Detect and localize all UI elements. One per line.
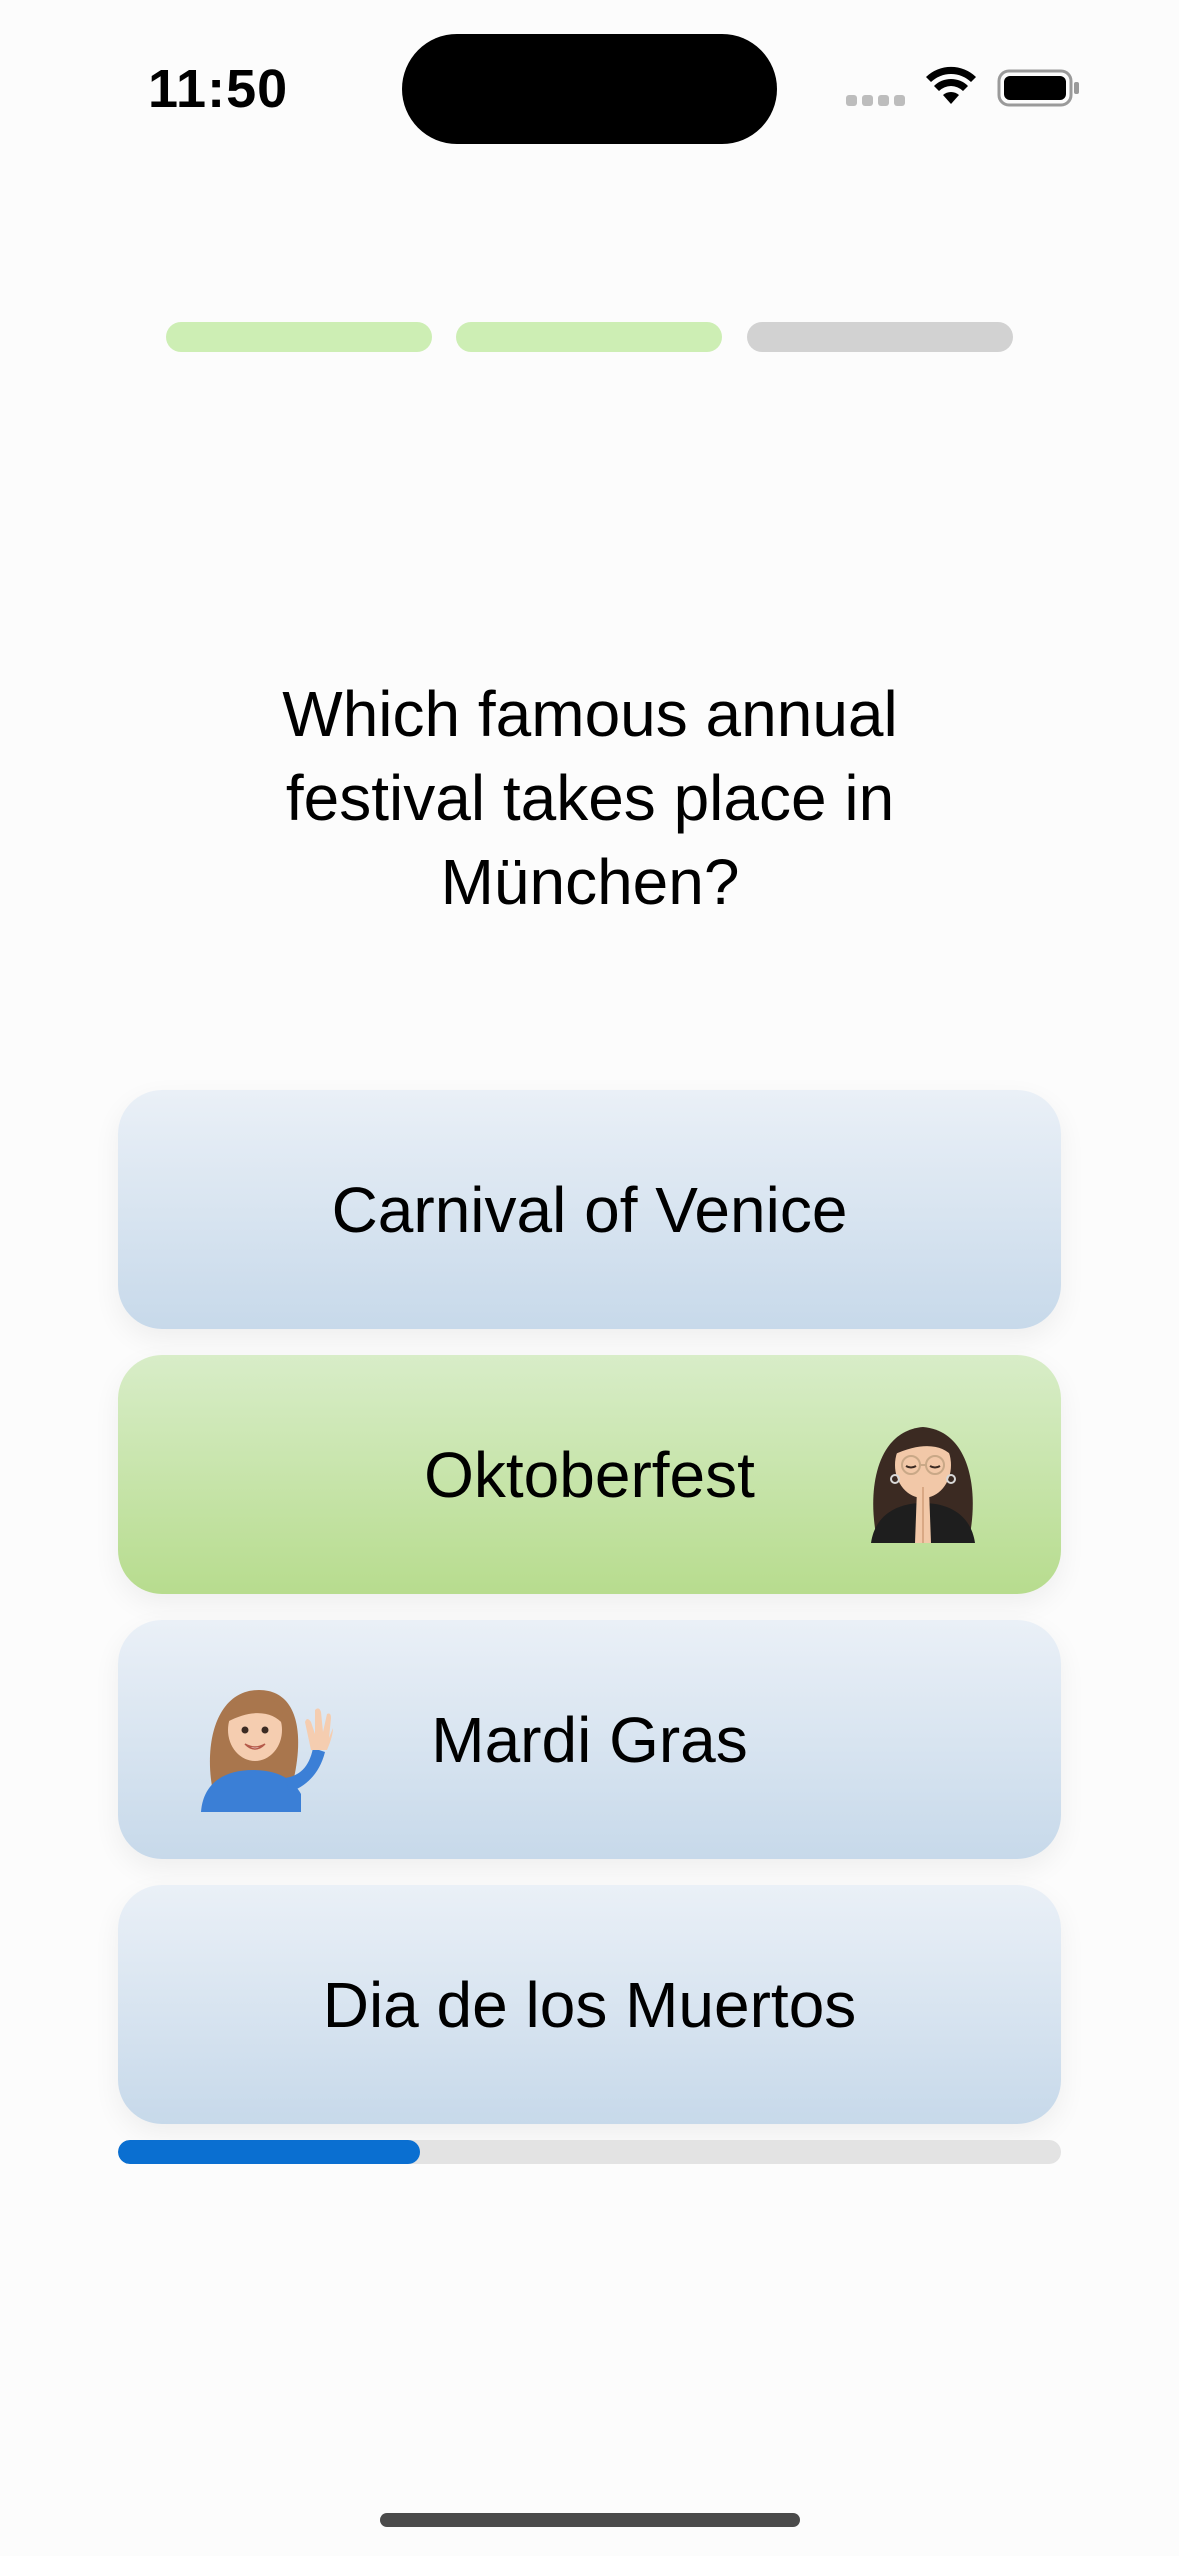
timer-progress-fill — [118, 2140, 420, 2164]
answer-button-carnival-of-venice[interactable]: Carnival of Venice — [118, 1090, 1061, 1329]
waving-memoji-icon — [201, 1690, 333, 1812]
answer-button-oktoberfest[interactable]: Oktoberfest — [118, 1355, 1061, 1594]
timer-progress-bar — [118, 2140, 1061, 2164]
answer-label: Dia de los Muertos — [322, 1968, 857, 2041]
answer-label: Carnival of Venice — [331, 1173, 848, 1246]
question-text: Which famous annual festival takes place… — [282, 678, 898, 918]
answer-button-mardi-gras[interactable]: Mardi Gras — [118, 1620, 1061, 1859]
step-2 — [456, 322, 722, 352]
step-3 — [747, 322, 1013, 352]
question-step-indicator — [166, 322, 1013, 352]
dynamic-island — [402, 34, 777, 144]
answer-button-dia-de-los-muertos[interactable]: Dia de los Muertos — [118, 1885, 1061, 2124]
wifi-icon — [926, 66, 976, 104]
step-1 — [166, 322, 432, 352]
home-indicator[interactable] — [380, 2513, 800, 2527]
cellular-signal-icon — [846, 95, 906, 107]
quiz-screen: 11:50 Which famous annual festival takes… — [0, 0, 1179, 2556]
status-time: 11:50 — [148, 59, 289, 119]
answer-label: Oktoberfest — [424, 1438, 755, 1511]
praying-memoji-icon — [871, 1427, 975, 1543]
battery-icon — [997, 69, 1079, 107]
answer-label: Mardi Gras — [431, 1703, 748, 1776]
